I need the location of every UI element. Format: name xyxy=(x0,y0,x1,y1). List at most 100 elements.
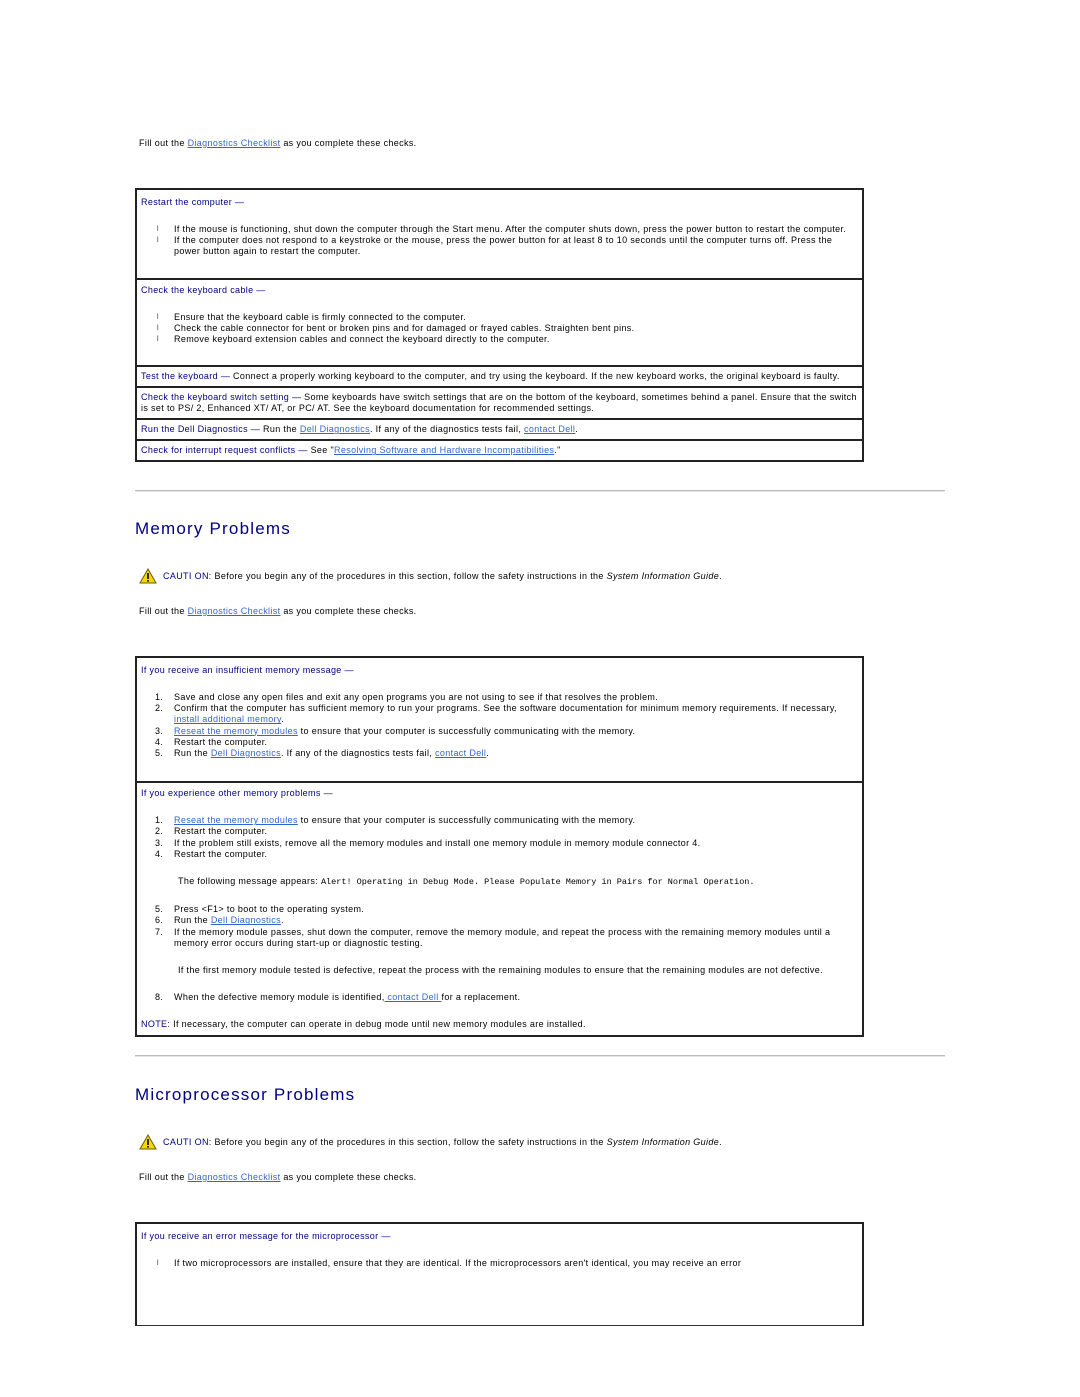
list-item: 2. Restart the computer. xyxy=(155,826,858,837)
system-information-guide: System Information Guide xyxy=(606,1137,720,1147)
text-span: If necessary, the computer can operate i… xyxy=(170,1019,586,1030)
dell-diagnostics-title: Run the Dell Diagnostics — xyxy=(141,424,261,435)
list-item: 2. Confirm that the computer has sufficie… xyxy=(155,703,858,725)
memory-troubleshooting-table: If you receive an insufficient memory me… xyxy=(135,656,864,1038)
diagnostics-checklist-link[interactable]: Diagnostics Checklist xyxy=(188,606,281,616)
list-item: Check the cable connector for bent or br… xyxy=(157,323,858,334)
text-span: Fill out the xyxy=(139,606,188,616)
text-span: Restart the computer. xyxy=(174,826,268,837)
other-memory-problems-row: If you experience other memory problems … xyxy=(136,781,863,1037)
microprocessor-intro-paragraph: Fill out the Diagnostics Checklist as yo… xyxy=(139,1171,417,1183)
text-span: 2. xyxy=(155,703,164,714)
list-item: 5. Run the Dell Diagnostics. If any of th… xyxy=(155,748,858,759)
text-span: The following message appears: xyxy=(178,876,321,887)
list-item: 6. Run the Dell Diagnostics. xyxy=(155,915,858,926)
text-span: Run the xyxy=(174,748,211,759)
text-span: ." xyxy=(554,445,561,456)
memory-caution: CAUTI ON: Before you begin any of the pr… xyxy=(139,568,722,584)
text-span: . xyxy=(486,748,490,759)
text-span: as you complete these checks. xyxy=(280,606,417,616)
text-span: for a replacement. xyxy=(441,992,521,1003)
insufficient-memory-steps: 1. Save and close any open files and exit… xyxy=(141,692,858,759)
text-span: Save and close any open files and exit a… xyxy=(174,692,659,702)
text-span: Connect a properly working keyboard to t… xyxy=(230,371,840,382)
other-memory-steps-a: 1. Reseat the memory modules to ensure th… xyxy=(141,815,858,860)
text-span: If the problem still exists, remove all … xyxy=(174,837,701,848)
install-additional-memory-link[interactable]: install additional memory xyxy=(174,714,281,724)
test-keyboard-title: Test the keyboard — xyxy=(141,371,231,382)
list-item: 1. Reseat the memory modules to ensure th… xyxy=(155,815,858,826)
restart-computer-row: Restart the computer — If the mouse is f… xyxy=(136,189,863,280)
dell-diagnostics-link[interactable]: Dell Diagnostics xyxy=(211,915,281,925)
text-span: . If any of the diagnostics tests fail, xyxy=(369,424,525,435)
microprocessor-caution: CAUTI ON: Before you begin any of the pr… xyxy=(139,1134,722,1150)
diagnostics-checklist-link[interactable]: Diagnostics Checklist xyxy=(188,138,281,148)
list-item: 3. If the problem still exists, remove al… xyxy=(155,837,858,849)
diagnostics-checklist-link[interactable]: Diagnostics Checklist xyxy=(188,1172,281,1182)
list-item: Remove keyboard extension cables and con… xyxy=(157,334,858,345)
switch-setting-row: Check the keyboard switch setting — Some… xyxy=(136,386,863,420)
text-span: . xyxy=(281,714,284,725)
text-span: When the defective memory module is iden… xyxy=(174,992,385,1003)
debug-mode-message: The following message appears: Alert! Op… xyxy=(178,876,858,888)
text-span: 2. xyxy=(155,826,164,837)
text-span: 5. xyxy=(155,904,164,915)
text-span: Run the xyxy=(174,915,211,926)
text-span: 8. xyxy=(155,992,164,1003)
irq-conflicts-title: Check for interrupt request conflicts — xyxy=(141,445,308,456)
microprocessor-error-list: If two microprocessors are installed, en… xyxy=(141,1258,858,1269)
microprocessor-error-row: If you receive an error message for the … xyxy=(136,1223,863,1327)
contact-dell-link[interactable]: contact Dell xyxy=(435,748,486,758)
list-item: 5. Press <F1> to boot to the operating sy… xyxy=(155,904,858,915)
text-span: Restart the computer. xyxy=(174,736,268,747)
list-item: Ensure that the keyboard cable is firmly… xyxy=(157,312,858,323)
text-span: 3. xyxy=(155,725,164,736)
list-item: 8. When the defective memory module is id… xyxy=(155,992,858,1003)
text-span: Before you begin any of the procedures i… xyxy=(211,1137,607,1147)
text-span: See " xyxy=(307,445,335,456)
dell-diagnostics-row: Run the Dell Diagnostics — Run the Dell … xyxy=(136,418,863,441)
microprocessor-troubleshooting-table: If you receive an error message for the … xyxy=(135,1222,864,1327)
list-item: 4. Restart the computer. xyxy=(155,848,858,860)
text-span: 1. xyxy=(155,692,164,702)
text-span: to ensure that your computer is successf… xyxy=(297,725,636,736)
text-span: . xyxy=(719,571,722,581)
text-span: to ensure that your computer is successf… xyxy=(297,815,636,826)
other-memory-steps-b: 5. Press <F1> to boot to the operating sy… xyxy=(141,904,858,949)
insufficient-memory-row: If you receive an insufficient memory me… xyxy=(136,657,863,783)
text-span: . xyxy=(719,1137,722,1147)
irq-conflicts-row: Check for interrupt request conflicts — … xyxy=(136,439,863,462)
other-memory-problems-title: If you experience other memory problems … xyxy=(141,788,333,799)
section-divider xyxy=(135,490,945,492)
contact-dell-link[interactable]: contact Dell xyxy=(524,424,575,434)
text-span: 7. xyxy=(155,926,164,937)
switch-setting-title: Check the keyboard switch setting — xyxy=(141,392,302,403)
text-span: Restart the computer. xyxy=(174,848,268,859)
alert-message-code: Alert! Operating in Debug Mode. Please P… xyxy=(320,877,755,888)
text-span: Fill out the xyxy=(139,138,188,148)
reseat-memory-modules-link[interactable]: Reseat the memory modules xyxy=(174,726,298,736)
text-span: 3. xyxy=(155,837,164,848)
resolving-incompatibilities-link[interactable]: Resolving Software and Hardware Incompat… xyxy=(334,445,554,455)
debug-mode-note: NOTE: If necessary, the computer can ope… xyxy=(141,1019,858,1030)
intro-paragraph: Fill out the Diagnostics Checklist as yo… xyxy=(139,137,417,149)
dell-diagnostics-link[interactable]: Dell Diagnostics xyxy=(211,748,281,758)
text-span: 5. xyxy=(155,748,164,759)
text-span: Fill out the xyxy=(139,1172,188,1182)
list-item: 3. Reseat the memory modules to ensure th… xyxy=(155,725,858,737)
other-memory-steps-c: 8. When the defective memory module is id… xyxy=(141,992,858,1003)
text-span: as you complete these checks. xyxy=(280,138,417,148)
text-span: 1. xyxy=(155,815,164,826)
text-span: . xyxy=(280,915,284,926)
contact-dell-link[interactable]: contact Dell xyxy=(385,992,442,1002)
caution-icon xyxy=(139,1134,157,1150)
text-span: 4. xyxy=(155,848,164,859)
list-item: 1. Save and close any open files and exit… xyxy=(155,692,858,703)
keyboard-cable-row: Check the keyboard cable — Ensure that t… xyxy=(136,277,863,367)
text-span: If the memory module passes, shut down t… xyxy=(174,926,831,948)
text-span: as you complete these checks. xyxy=(280,1172,417,1182)
dell-diagnostics-link[interactable]: Dell Diagnostics xyxy=(300,424,370,434)
restart-computer-title: Restart the computer — xyxy=(141,197,245,207)
defective-module-note: If the first memory module tested is def… xyxy=(178,965,823,976)
reseat-memory-modules-link[interactable]: Reseat the memory modules xyxy=(174,815,298,825)
